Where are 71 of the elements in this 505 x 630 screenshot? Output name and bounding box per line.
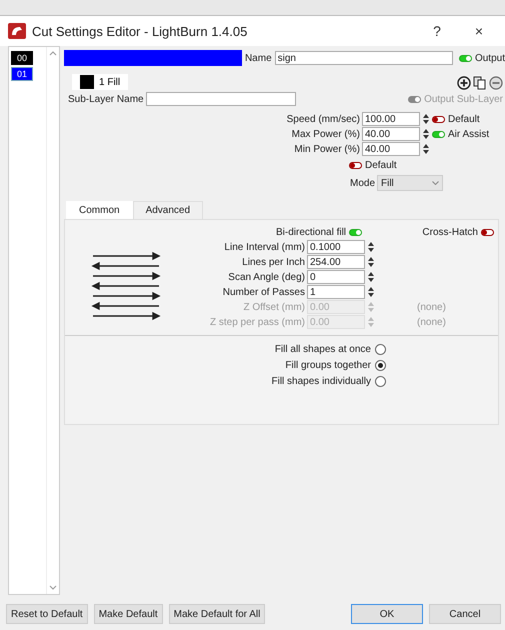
number-field[interactable]: 0.1000 [307,240,365,254]
dialog-button[interactable]: Cancel [429,604,501,624]
layer-item[interactable]: 01 [11,67,33,81]
toggle-switch[interactable] [481,228,494,236]
field-label: Z step per pass (mm) [208,316,306,328]
sublayer-name-field[interactable] [146,92,296,106]
spinner-arrows-icon[interactable] [367,241,375,253]
field-label: Number of Passes [222,286,306,298]
toggle-switch[interactable] [349,162,362,168]
field-label: Line Interval (mm) [223,242,306,252]
remove-icon[interactable] [489,76,503,90]
field-label: Speed (mm/sec) [286,114,361,124]
toggle-label: Output Sub-Layer [424,94,503,104]
toggle-label: Air Assist [448,128,490,140]
spinner-arrows-icon[interactable] [422,128,430,140]
caret-icon [432,181,439,185]
radio-label: Fill groups together [285,360,371,371]
number-field[interactable]: 40.00 [362,142,420,156]
spinner-arrows-icon[interactable] [422,113,430,125]
spinner-arrows-icon[interactable] [422,143,430,155]
close-button[interactable]: × [461,23,497,39]
radio-button[interactable] [375,360,386,371]
add-icon[interactable] [457,76,471,90]
number-field[interactable]: 1 [307,285,365,299]
spinner-arrows-icon[interactable] [367,256,375,268]
radio-button[interactable] [375,376,386,387]
number-field[interactable]: 100.00 [362,112,420,126]
toggle-label: Cross-Hatch [422,226,478,238]
toggle-switch[interactable] [349,228,362,236]
app-logo-icon [8,23,26,39]
field-label: Lines per Inch [241,256,306,268]
radio-label: Fill all shapes at once [274,344,371,355]
radio-label: Fill shapes individually [272,376,371,387]
dialog-button[interactable]: Make Default for All [168,604,266,624]
scroll-down-icon[interactable] [49,585,57,590]
mode-label: Mode [350,178,375,188]
dialog-button[interactable]: Reset to Default [6,604,88,624]
toggle-switch[interactable] [432,130,445,138]
toggle-label: Default [365,160,397,170]
field-label: Min Power (%) [293,144,361,154]
value-note: (none) [416,302,446,312]
window-title: Cut Settings Editor - LightBurn 1.4.05 [32,24,248,38]
toggle-label: Output [474,52,505,64]
spinner-arrows-icon[interactable] [367,286,375,298]
number-field[interactable]: 0 [307,270,365,284]
tab[interactable]: Advanced [132,201,204,219]
sublayer-name-label: Sub-Layer Name [68,94,144,104]
tab[interactable]: Common [66,201,133,219]
spinner-arrows-icon[interactable] [367,271,375,283]
toggle-label: Bi-directional fill [276,226,346,238]
dialog-button[interactable]: OK [351,604,423,624]
value-note: (none) [416,316,446,328]
field-label: Scan Angle (deg) [227,272,306,282]
toggle-label: Default [448,114,481,124]
field-label: Max Power (%) [290,128,361,140]
number-field[interactable]: 254.00 [307,255,365,269]
layer-color-bar[interactable] [64,50,242,66]
radio-button[interactable] [375,344,386,355]
toggle-switch[interactable] [432,116,445,122]
help-button[interactable]: ? [419,23,455,39]
sublayer-tab[interactable]: 1 Fill [72,74,128,90]
toggle-switch[interactable] [458,54,472,62]
copy-icon[interactable] [473,76,487,90]
scroll-up-icon[interactable] [49,51,57,56]
field-label: Z Offset (mm) [242,302,306,312]
number-field[interactable]: 40.00 [362,127,420,141]
name-field[interactable]: sign [274,51,453,65]
dialog-button[interactable]: Make Default [94,604,163,624]
name-label: Name [244,52,272,64]
layer-item[interactable]: 00 [11,51,33,65]
mode-dropdown[interactable]: Fill [377,175,443,191]
